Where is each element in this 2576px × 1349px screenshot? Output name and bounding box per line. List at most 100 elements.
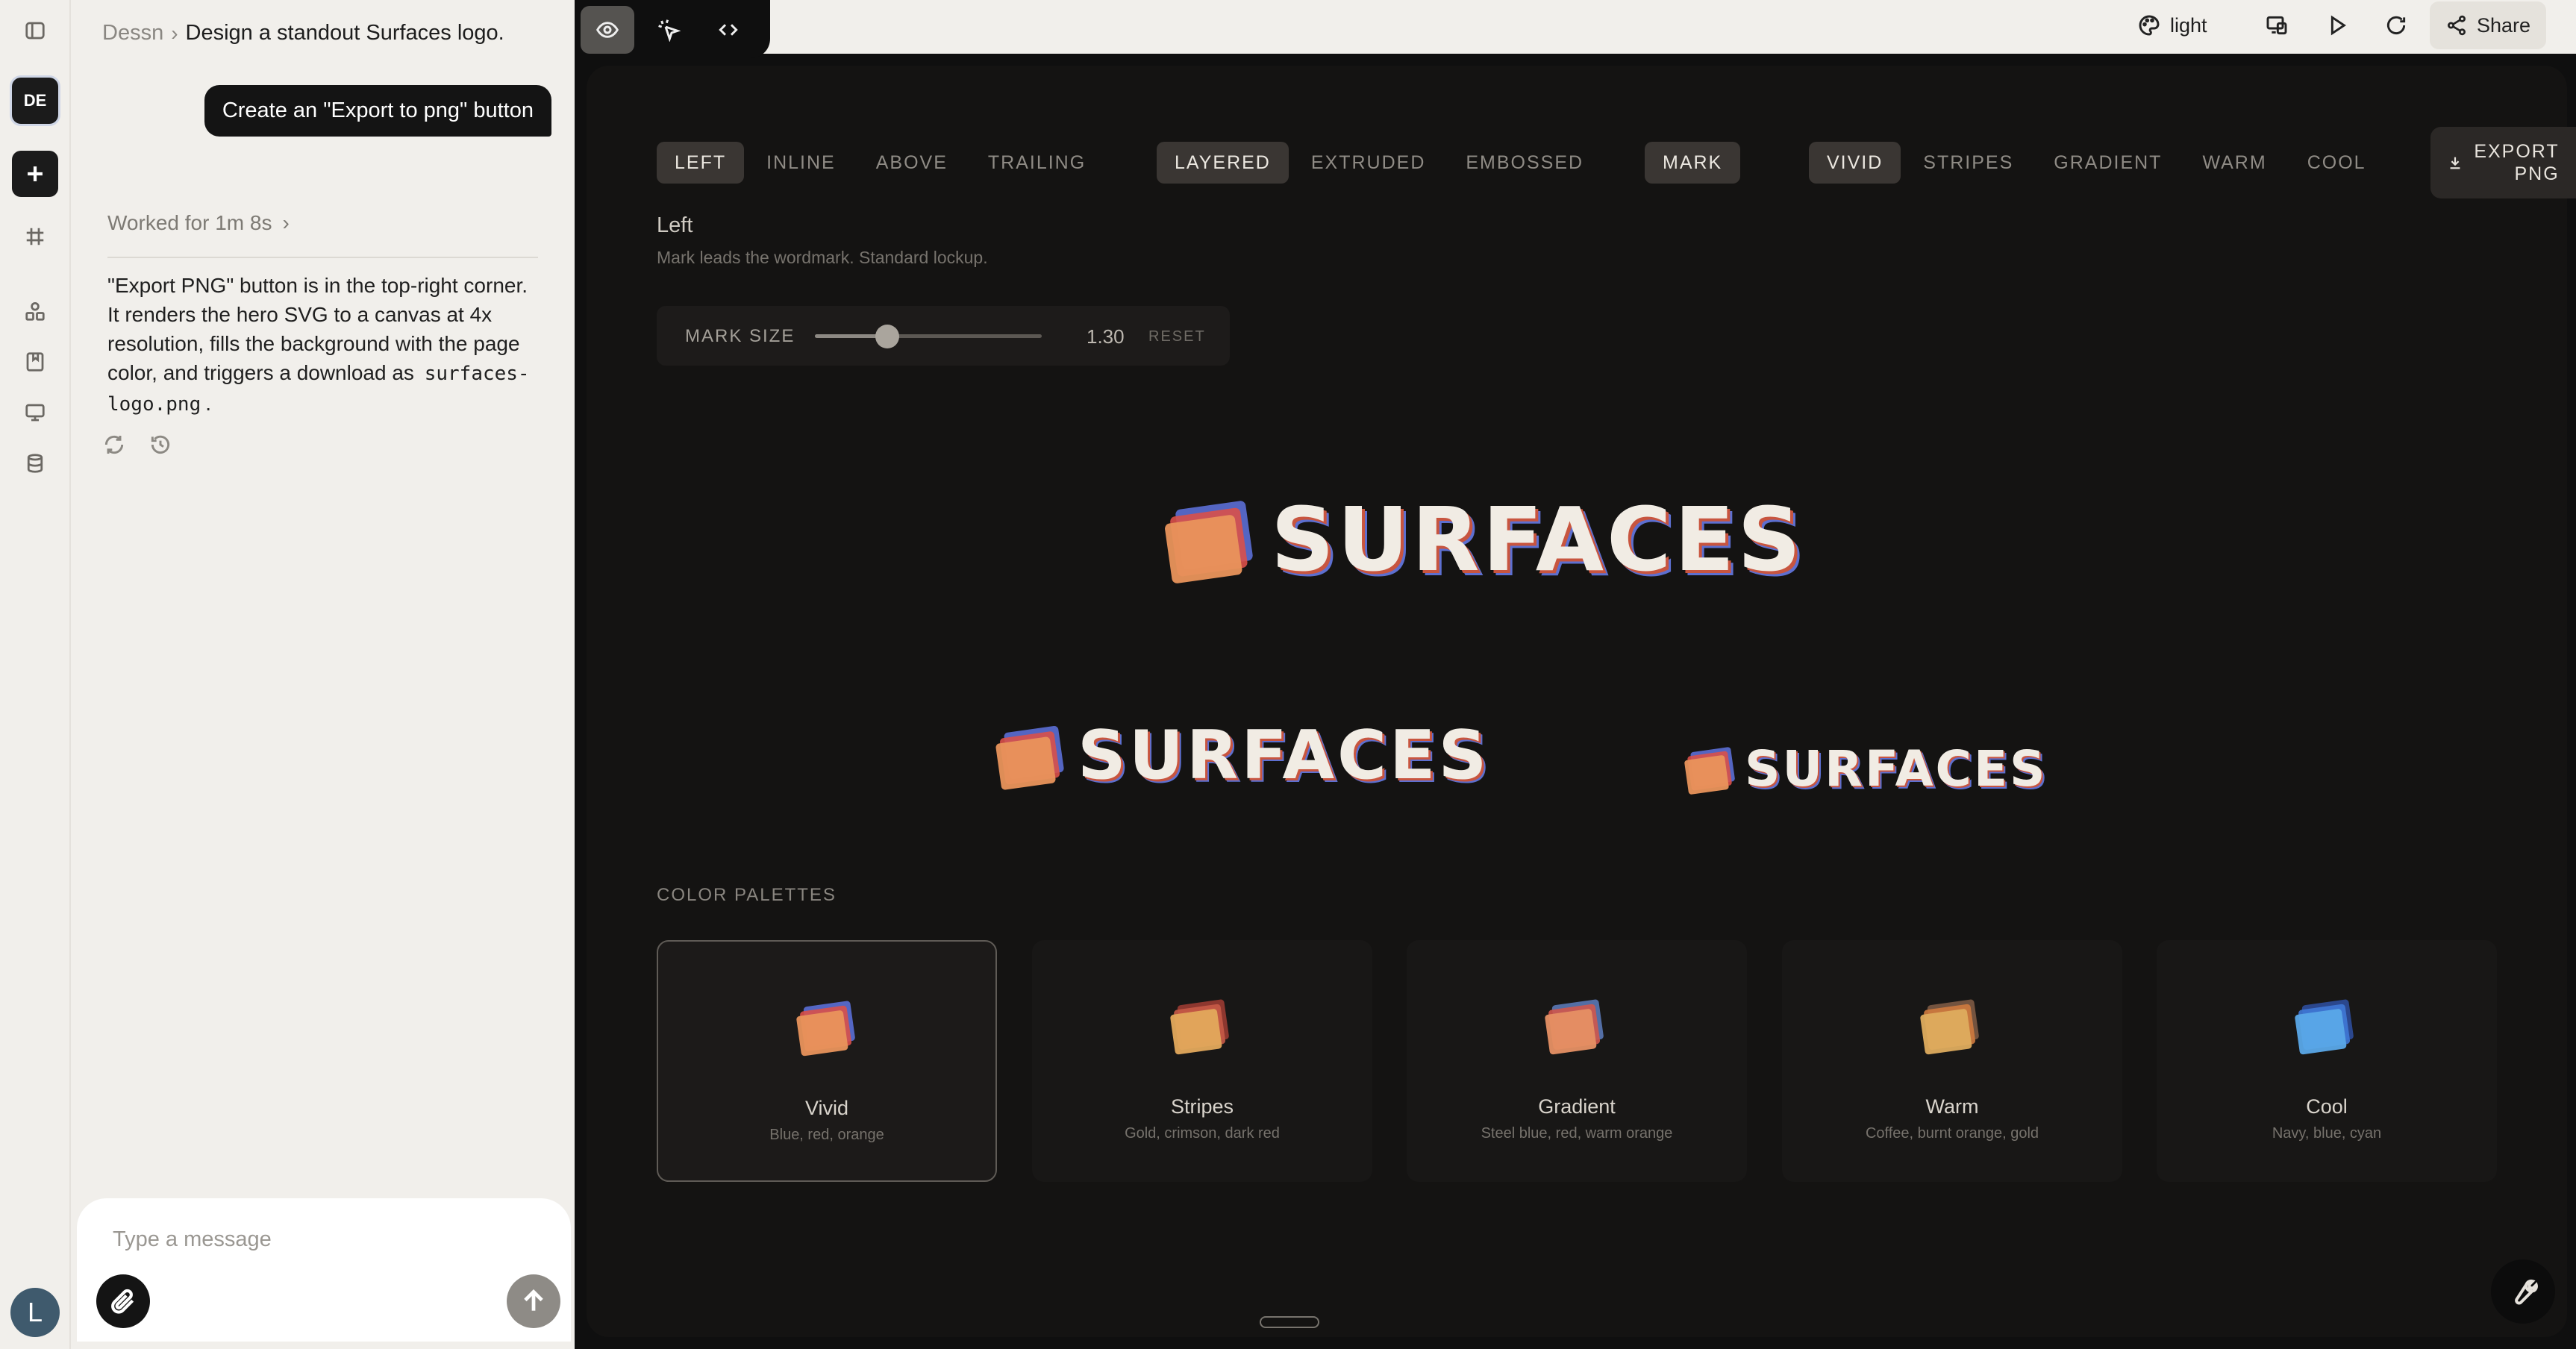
workspace-badge[interactable]: DE	[12, 78, 58, 124]
mark-size-label: MARK SIZE	[685, 326, 795, 346]
palette-name: Warm	[1925, 1095, 1979, 1118]
style-option-layered[interactable]: LAYERED	[1157, 142, 1289, 184]
drag-handle[interactable]	[1260, 1316, 1319, 1328]
palette-swatch-icon	[796, 1001, 855, 1057]
book-icon[interactable]	[16, 343, 54, 381]
surfaces-mark-icon	[995, 725, 1064, 789]
palette-option-warm[interactable]: WARM	[2184, 142, 2284, 184]
wrench-icon	[2515, 1279, 2538, 1305]
select-tab[interactable]	[642, 6, 695, 54]
new-project-button[interactable]	[12, 151, 58, 197]
assistant-reply: "Export PNG" button is in the top-right …	[107, 271, 540, 419]
frame-icon[interactable]	[16, 218, 54, 255]
palette-description: Gold, crimson, dark red	[1125, 1125, 1280, 1142]
mark-size-slider[interactable]	[815, 325, 1042, 348]
layout-option-above[interactable]: ABOVE	[858, 142, 966, 184]
wordmark-medium: SURFACES	[1078, 716, 1490, 795]
wordmark-small: SURFACES	[1745, 740, 2048, 798]
chat-panel: Dessn › Design a standout Surfaces logo.…	[72, 0, 572, 1186]
preview-tab[interactable]	[581, 6, 634, 54]
attach-button[interactable]	[96, 1274, 150, 1328]
mark-size-value: 1.30	[1087, 325, 1125, 348]
reset-button[interactable]: RESET	[1148, 328, 1206, 345]
divider	[107, 257, 538, 258]
palette-card-cool[interactable]: Cool Navy, blue, cyan	[2157, 940, 2497, 1182]
code-tab[interactable]	[701, 6, 755, 54]
pointer-click-icon	[658, 19, 681, 42]
palette-option-cool[interactable]: COOL	[2289, 142, 2384, 184]
slider-thumb[interactable]	[875, 325, 900, 348]
layout-option-inline[interactable]: INLINE	[748, 142, 854, 184]
layout-option-trailing[interactable]: TRAILING	[970, 142, 1104, 184]
project-title[interactable]: Design a standout Surfaces logo.	[186, 21, 504, 46]
eye-icon	[596, 22, 619, 38]
palette-icon	[2139, 15, 2160, 36]
layout-selector: LEFT INLINE ABOVE TRAILING	[657, 142, 1104, 184]
message-input[interactable]	[113, 1221, 531, 1258]
logo-variant-medium: SURFACES	[992, 716, 1489, 795]
style-option-extruded[interactable]: EXTRUDED	[1293, 142, 1444, 184]
palette-card-gradient[interactable]: Gradient Steel blue, red, warm orange	[1407, 940, 1747, 1182]
send-button[interactable]	[507, 1274, 560, 1328]
theme-toggle[interactable]: light	[2137, 0, 2207, 51]
database-icon[interactable]	[16, 445, 54, 482]
palette-card-vivid[interactable]: Vivid Blue, red, orange	[657, 940, 997, 1182]
paperclip-icon	[111, 1289, 134, 1314]
palette-card-warm[interactable]: Warm Coffee, burnt orange, gold	[1782, 940, 2122, 1182]
hero-logo: SURFACES	[1160, 488, 1804, 591]
palette-swatch-icon	[1545, 999, 1604, 1055]
message-composer	[77, 1198, 571, 1342]
message-actions	[102, 433, 172, 460]
arrow-up-icon	[524, 1289, 543, 1311]
mark-size-control: MARK SIZE 1.30 RESET	[657, 306, 1230, 366]
palette-description: Steel blue, red, warm orange	[1481, 1125, 1673, 1142]
components-icon[interactable]	[16, 292, 54, 330]
palette-card-stripes[interactable]: Stripes Gold, crimson, dark red	[1032, 940, 1372, 1182]
mark-toggle[interactable]: MARK	[1645, 142, 1741, 184]
logo-variant-small: SURFACES	[1682, 740, 2048, 798]
surfaces-mark-icon	[1165, 501, 1253, 583]
color-palettes-heading: COLOR PALETTES	[657, 885, 837, 905]
palette-swatch-icon	[1920, 999, 1979, 1055]
export-label-line2: PNG	[2514, 163, 2560, 184]
palette-selector: VIVID STRIPES GRADIENT WARM COOL	[1809, 142, 2384, 184]
history-icon[interactable]	[149, 433, 172, 460]
palette-option-vivid[interactable]: VIVID	[1809, 142, 1901, 184]
share-icon	[2447, 15, 2466, 36]
export-png-button[interactable]: EXPORT PNG	[2430, 127, 2576, 198]
palette-name: Gradient	[1538, 1095, 1616, 1118]
refresh-icon[interactable]	[2384, 0, 2408, 51]
style-option-embossed[interactable]: EMBOSSED	[1448, 142, 1601, 184]
palette-description: Blue, red, orange	[769, 1127, 884, 1143]
share-button[interactable]: Share	[2430, 1, 2546, 49]
style-selector: LAYERED EXTRUDED EMBOSSED	[1157, 142, 1601, 184]
chevron-right-icon: ›	[171, 21, 178, 45]
surfaces-mark-icon	[1684, 746, 1735, 795]
palette-description: Navy, blue, cyan	[2272, 1125, 2382, 1142]
worked-label: Worked for 1m 8s	[107, 211, 272, 234]
reply-end: .	[205, 392, 212, 415]
palette-option-stripes[interactable]: STRIPES	[1905, 142, 2031, 184]
code-icon	[719, 24, 738, 36]
palette-swatch-icon	[2295, 999, 2354, 1055]
retry-icon[interactable]	[102, 433, 126, 460]
toggle-sidebar-icon[interactable]	[16, 12, 54, 49]
export-label-line1: EXPORT	[2474, 141, 2560, 162]
palette-option-gradient[interactable]: GRADIENT	[2036, 142, 2180, 184]
mark-toggle-group: MARK	[1645, 142, 1741, 184]
devices-icon[interactable]	[2265, 0, 2289, 51]
tools-button[interactable]	[2491, 1259, 2555, 1324]
palette-description: Coffee, burnt orange, gold	[1865, 1125, 2039, 1142]
palette-name: Stripes	[1170, 1095, 1234, 1118]
user-avatar[interactable]: L	[10, 1288, 60, 1337]
breadcrumb-workspace[interactable]: Dessn	[102, 21, 163, 46]
download-icon	[2450, 157, 2460, 169]
breadcrumb: Dessn › Design a standout Surfaces logo.	[102, 21, 504, 46]
worked-for-toggle[interactable]: Worked for 1m 8s ›	[107, 211, 290, 235]
layout-option-left[interactable]: LEFT	[657, 142, 745, 184]
play-icon[interactable]	[2325, 0, 2349, 51]
monitor-icon[interactable]	[16, 394, 54, 431]
wordmark-hero: SURFACES	[1271, 488, 1804, 591]
theme-label: light	[2170, 13, 2207, 37]
palette-name: Vivid	[804, 1097, 849, 1119]
